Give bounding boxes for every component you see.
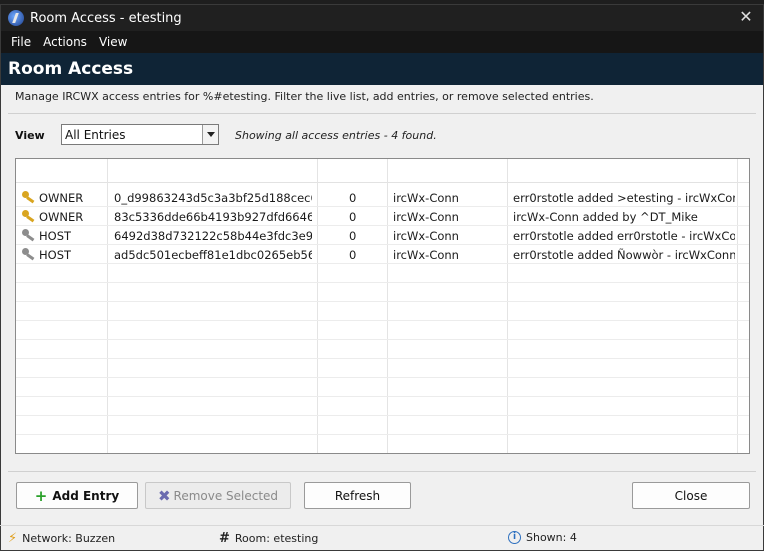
gold-key-icon: [22, 210, 36, 223]
entry-mask: 6492d38d732122c58b44e3fdc3e9e9f3: [114, 229, 312, 243]
entry-set-by: ircWx-Conn: [393, 210, 459, 224]
empty-row: [16, 416, 749, 435]
table-row[interactable]: HOST ad5dc501ecbeff81e1dbc0265eb565b6 0 …: [16, 245, 749, 264]
table-row[interactable]: OWNER 0_d99863243d5c3a3bf25d188cec691...…: [16, 188, 749, 207]
empty-row: [16, 435, 749, 453]
status-network: ⚡ Network: Buzzen: [8, 531, 115, 546]
menu-bar: File Actions View: [1, 31, 763, 53]
status-bar: ⚡ Network: Buzzen # Room: etesting i Sho…: [0, 525, 764, 547]
entry-timeout: 0: [349, 248, 357, 262]
entry-mask: 83c5336dde66b4193b927dfd66465d7f: [114, 210, 312, 224]
filter-status-text: Showing all access entries - 4 found.: [235, 129, 437, 142]
entry-set-by: ircWx-Conn: [393, 248, 459, 262]
entry-level: OWNER: [39, 210, 84, 224]
empty-row: [16, 264, 749, 283]
plus-icon: +: [34, 486, 48, 505]
gold-key-icon: [22, 191, 36, 204]
empty-row: [16, 378, 749, 397]
close-button[interactable]: Close: [632, 482, 750, 509]
refresh-button[interactable]: Refresh: [304, 482, 411, 509]
gray-key-icon: [22, 229, 36, 242]
page-title: Room Access: [1, 53, 763, 85]
entry-level: HOST: [39, 229, 72, 243]
list-header[interactable]: [16, 159, 749, 183]
divider: [8, 471, 756, 472]
entry-mask: 0_d99863243d5c3a3bf25d188cec691...: [114, 191, 312, 205]
shown-text: Shown: 4: [526, 531, 577, 544]
entry-reason: err0rstotle added err0rstotle - ircWxCon…: [513, 229, 735, 243]
menu-file[interactable]: File: [5, 35, 37, 49]
empty-row: [16, 397, 749, 416]
entry-level: HOST: [39, 248, 72, 262]
title-bar: Room Access - etesting ✕: [1, 5, 763, 31]
empty-row: [16, 359, 749, 378]
view-filter-select[interactable]: All Entries: [61, 124, 219, 145]
empty-row: [16, 302, 749, 321]
remove-x-icon: ✖: [157, 486, 171, 505]
menu-actions[interactable]: Actions: [37, 35, 93, 49]
remove-selected-button[interactable]: ✖ Remove Selected: [145, 482, 291, 509]
close-label: Close: [674, 488, 708, 503]
status-room: # Room: etesting: [219, 531, 318, 546]
access-entries-list[interactable]: OWNER 0_d99863243d5c3a3bf25d188cec691...…: [15, 158, 750, 454]
add-entry-button[interactable]: + Add Entry: [16, 482, 138, 509]
empty-row: [16, 340, 749, 359]
entry-set-by: ircWx-Conn: [393, 191, 459, 205]
entry-timeout: 0: [349, 210, 357, 224]
add-entry-label: Add Entry: [52, 488, 120, 503]
remove-selected-label: Remove Selected: [173, 488, 279, 503]
empty-row: [16, 321, 749, 340]
empty-row: [16, 283, 749, 302]
entry-level: OWNER: [39, 191, 84, 205]
menu-view[interactable]: View: [93, 35, 133, 49]
entry-mask: ad5dc501ecbeff81e1dbc0265eb565b6: [114, 248, 312, 262]
lightning-icon: ⚡: [8, 531, 18, 546]
divider: [8, 113, 756, 114]
view-filter-value: All Entries: [65, 127, 126, 142]
view-label: View: [15, 129, 45, 142]
hash-icon: #: [219, 531, 230, 546]
refresh-label: Refresh: [334, 488, 381, 503]
gray-key-icon: [22, 248, 36, 261]
entry-reason: ircWx-Conn added by ^DT_Mike: [513, 210, 698, 224]
chevron-down-icon[interactable]: [202, 125, 218, 144]
entry-reason: err0rstotle added Ñowwòr - ircWxConn: [513, 248, 735, 262]
close-icon[interactable]: ✕: [737, 8, 755, 26]
app-logo-icon: [8, 10, 24, 26]
entry-reason: err0rstotle added >etesting - ircWxConn: [513, 191, 735, 205]
entry-set-by: ircWx-Conn: [393, 229, 459, 243]
entry-timeout: 0: [349, 191, 357, 205]
window-title: Room Access - etesting: [30, 10, 182, 26]
info-icon: i: [508, 531, 521, 544]
entry-timeout: 0: [349, 229, 357, 243]
status-shown: i Shown: 4: [508, 531, 577, 544]
description-text: Manage IRCWX access entries for %#etesti…: [15, 90, 594, 103]
table-row[interactable]: HOST 6492d38d732122c58b44e3fdc3e9e9f3 0 …: [16, 226, 749, 245]
network-text: Network: Buzzen: [22, 532, 116, 545]
room-text: Room: etesting: [234, 532, 319, 545]
table-row[interactable]: OWNER 83c5336dde66b4193b927dfd66465d7f 0…: [16, 207, 749, 226]
